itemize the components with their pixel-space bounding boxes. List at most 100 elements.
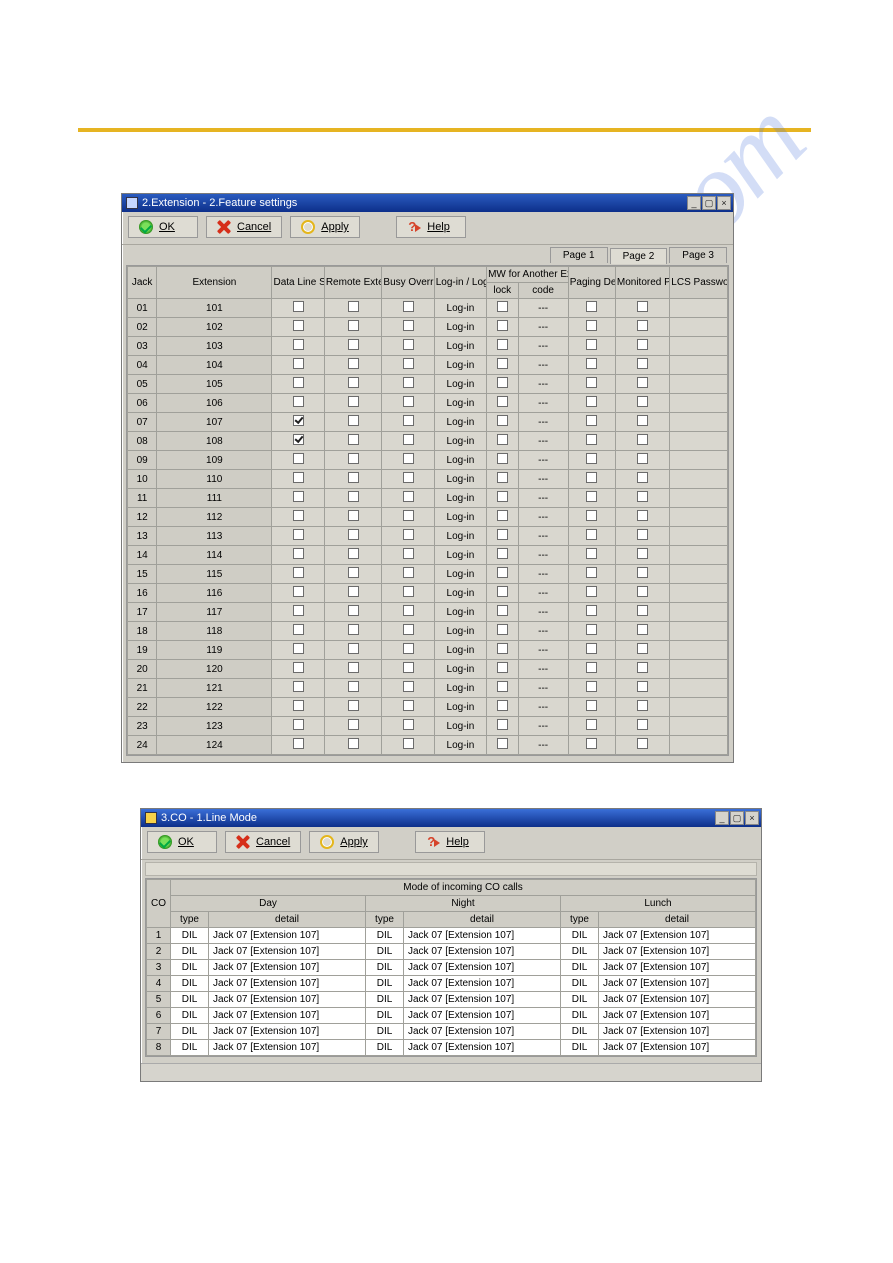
checkbox[interactable]	[403, 301, 414, 312]
checkbox[interactable]	[497, 548, 508, 559]
checkbox[interactable]	[403, 529, 414, 540]
col-day-type[interactable]: type	[171, 912, 209, 928]
checkbox[interactable]	[293, 301, 304, 312]
checkbox[interactable]	[403, 681, 414, 692]
checkbox[interactable]	[293, 529, 304, 540]
col-lunch-detail[interactable]: detail	[599, 912, 756, 928]
checkbox[interactable]	[348, 472, 359, 483]
checkbox[interactable]	[348, 510, 359, 521]
checkbox[interactable]	[293, 472, 304, 483]
col-extension[interactable]: Extension	[157, 267, 272, 299]
checkbox[interactable]	[637, 681, 648, 692]
checkbox[interactable]	[348, 700, 359, 711]
checkbox[interactable]	[348, 643, 359, 654]
col-login-logout[interactable]: Log-in / Log-out	[434, 267, 486, 299]
table-row[interactable]: 20120Log-in---	[128, 660, 728, 679]
table-row[interactable]: 23123Log-in---	[128, 717, 728, 736]
table-row[interactable]: 8DILJack 07 [Extension 107]DILJack 07 [E…	[147, 1040, 756, 1056]
table-row[interactable]: 11111Log-in---	[128, 489, 728, 508]
checkbox[interactable]	[497, 643, 508, 654]
checkbox[interactable]	[637, 548, 648, 559]
table-row[interactable]: 13113Log-in---	[128, 527, 728, 546]
checkbox[interactable]	[586, 320, 597, 331]
close-button[interactable]: ×	[745, 811, 759, 825]
checkbox[interactable]	[637, 662, 648, 673]
col-mw-lock[interactable]: lock	[487, 283, 518, 299]
col-mw-code[interactable]: code	[518, 283, 568, 299]
checkbox[interactable]	[293, 624, 304, 635]
checkbox[interactable]	[293, 415, 304, 426]
checkbox[interactable]	[586, 339, 597, 350]
checkbox[interactable]	[348, 301, 359, 312]
checkbox[interactable]	[586, 358, 597, 369]
table-row[interactable]: 3DILJack 07 [Extension 107]DILJack 07 [E…	[147, 960, 756, 976]
checkbox[interactable]	[586, 453, 597, 464]
checkbox[interactable]	[497, 719, 508, 730]
checkbox[interactable]	[637, 472, 648, 483]
checkbox[interactable]	[348, 605, 359, 616]
table-row[interactable]: 2DILJack 07 [Extension 107]DILJack 07 [E…	[147, 944, 756, 960]
col-busy-override-deny[interactable]: Busy Override Deny	[382, 267, 434, 299]
checkbox[interactable]	[586, 681, 597, 692]
table-row[interactable]: 10110Log-in---	[128, 470, 728, 489]
col-night-type[interactable]: type	[366, 912, 404, 928]
checkbox[interactable]	[586, 586, 597, 597]
table-row[interactable]: 06106Log-in---	[128, 394, 728, 413]
checkbox[interactable]	[348, 415, 359, 426]
checkbox[interactable]	[293, 434, 304, 445]
col-day[interactable]: Day	[171, 896, 366, 912]
table-row[interactable]: 1DILJack 07 [Extension 107]DILJack 07 [E…	[147, 928, 756, 944]
checkbox[interactable]	[293, 358, 304, 369]
checkbox[interactable]	[348, 662, 359, 673]
checkbox[interactable]	[293, 491, 304, 502]
checkbox[interactable]	[637, 738, 648, 749]
checkbox[interactable]	[497, 453, 508, 464]
checkbox[interactable]	[586, 719, 597, 730]
checkbox[interactable]	[348, 681, 359, 692]
col-data-line-security[interactable]: Data Line Security	[272, 267, 324, 299]
table-row[interactable]: 09109Log-in---	[128, 451, 728, 470]
col-lcs-password[interactable]: LCS Password	[670, 267, 728, 299]
col-remote-ext-lock[interactable]: Remote Extension Lock	[324, 267, 382, 299]
checkbox[interactable]	[637, 643, 648, 654]
tab-page-2[interactable]: Page 2	[610, 248, 668, 264]
apply-button[interactable]: Apply	[290, 216, 360, 238]
cancel-button[interactable]: Cancel	[225, 831, 301, 853]
checkbox[interactable]	[403, 415, 414, 426]
checkbox[interactable]	[293, 377, 304, 388]
checkbox[interactable]	[293, 510, 304, 521]
checkbox[interactable]	[497, 529, 508, 540]
checkbox[interactable]	[403, 396, 414, 407]
checkbox[interactable]	[403, 472, 414, 483]
table-row[interactable]: 21121Log-in---	[128, 679, 728, 698]
checkbox[interactable]	[403, 738, 414, 749]
checkbox[interactable]	[637, 377, 648, 388]
checkbox[interactable]	[586, 529, 597, 540]
checkbox[interactable]	[348, 434, 359, 445]
table-row[interactable]: 6DILJack 07 [Extension 107]DILJack 07 [E…	[147, 1008, 756, 1024]
col-paging-deny[interactable]: Paging Deny	[568, 267, 615, 299]
tab-page-3[interactable]: Page 3	[669, 247, 727, 263]
checkbox[interactable]	[637, 320, 648, 331]
table-row[interactable]: 05105Log-in---	[128, 375, 728, 394]
checkbox[interactable]	[637, 396, 648, 407]
checkbox[interactable]	[586, 472, 597, 483]
checkbox[interactable]	[586, 510, 597, 521]
checkbox[interactable]	[637, 339, 648, 350]
checkbox[interactable]	[403, 662, 414, 673]
checkbox[interactable]	[637, 358, 648, 369]
help-button[interactable]: Help	[415, 831, 485, 853]
checkbox[interactable]	[348, 396, 359, 407]
checkbox[interactable]	[293, 339, 304, 350]
close-button[interactable]: ×	[717, 196, 731, 210]
co-grid[interactable]: CO Mode of incoming CO calls Day Night L…	[145, 878, 757, 1057]
table-row[interactable]: 03103Log-in---	[128, 337, 728, 356]
help-button[interactable]: Help	[396, 216, 466, 238]
ok-button[interactable]: OK	[147, 831, 217, 853]
table-row[interactable]: 02102Log-in---	[128, 318, 728, 337]
checkbox[interactable]	[497, 662, 508, 673]
checkbox[interactable]	[403, 320, 414, 331]
checkbox[interactable]	[293, 738, 304, 749]
checkbox[interactable]	[403, 434, 414, 445]
col-monitored-pt-set[interactable]: Monitored PT set	[615, 267, 669, 299]
